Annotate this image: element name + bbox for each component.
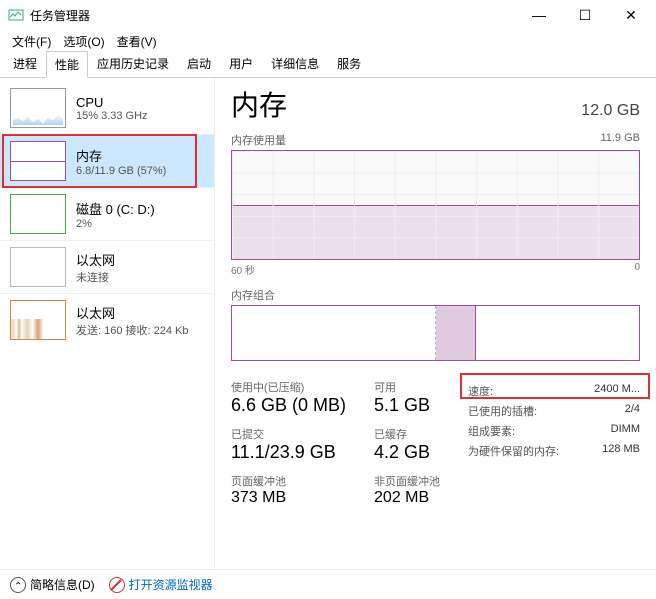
- sidebar-item-label: 磁盘 0 (C: D:): [76, 199, 155, 218]
- tab-processes[interactable]: 进程: [4, 50, 46, 77]
- tab-details[interactable]: 详细信息: [262, 50, 328, 77]
- stat-cached-value: 4.2 GB: [374, 442, 440, 463]
- memory-capacity: 12.0 GB: [581, 102, 640, 120]
- sidebar-item-label: 以太网: [76, 250, 115, 269]
- sidebar-item-ethernet-2[interactable]: 以太网 发送: 160 接收: 224 Kb: [0, 293, 214, 346]
- resource-monitor-icon: [109, 577, 125, 593]
- tab-startup[interactable]: 启动: [178, 50, 220, 77]
- tab-users[interactable]: 用户: [220, 50, 262, 77]
- menu-file[interactable]: 文件(F): [8, 31, 55, 52]
- main-panel: 内存 12.0 GB 内存使用量 11.9 GB 60 秒 0 内存组合 使用中…: [215, 78, 656, 569]
- info-slots-key: 已使用的插槽:: [468, 403, 537, 419]
- fewer-details-label: 简略信息(D): [30, 576, 95, 593]
- sidebar-item-label: 以太网: [76, 303, 189, 322]
- stat-paged-label: 页面缓冲池: [231, 473, 346, 489]
- info-speed-value: 2400 M...: [594, 383, 640, 399]
- stat-available-value: 5.1 GB: [374, 395, 440, 416]
- stat-in-use-value: 6.6 GB (0 MB): [231, 395, 346, 416]
- cpu-thumb-icon: [10, 88, 66, 128]
- tab-performance[interactable]: 性能: [46, 51, 88, 78]
- info-form-key: 组成要素:: [468, 423, 515, 439]
- sidebar-item-label: 内存: [76, 146, 166, 165]
- page-title: 内存: [231, 84, 287, 124]
- composition-label: 内存组合: [231, 287, 640, 303]
- memory-thumb-icon: [10, 141, 66, 181]
- maximize-button[interactable]: ☐: [562, 0, 608, 30]
- open-resource-monitor-label: 打开资源监视器: [129, 576, 213, 593]
- tabbar: 进程 性能 应用历史记录 启动 用户 详细信息 服务: [0, 52, 656, 78]
- ethernet-thumb-icon: [10, 247, 66, 287]
- memory-usage-chart[interactable]: [231, 150, 640, 260]
- info-reserved-key: 为硬件保留的内存:: [468, 443, 559, 459]
- stat-committed-label: 已提交: [231, 426, 346, 442]
- chart-x-right: 0: [634, 262, 640, 277]
- fewer-details-button[interactable]: ⌄ 简略信息(D): [10, 576, 95, 593]
- sidebar-item-memory[interactable]: 内存 6.8/11.9 GB (57%): [0, 134, 214, 187]
- menu-view[interactable]: 查看(V): [113, 31, 161, 52]
- sidebar-item-sub: 15% 3.33 GHz: [76, 110, 148, 122]
- chart-usage-max: 11.9 GB: [600, 132, 640, 148]
- sidebar-item-sub: 未连接: [76, 269, 115, 285]
- stat-in-use-label: 使用中(已压缩): [231, 379, 346, 395]
- menubar: 文件(F) 选项(O) 查看(V): [0, 30, 656, 52]
- sidebar-item-ethernet-1[interactable]: 以太网 未连接: [0, 240, 214, 293]
- stat-available-label: 可用: [374, 379, 440, 395]
- info-form-value: DIMM: [611, 423, 640, 439]
- stat-paged-value: 373 MB: [231, 489, 346, 507]
- sidebar: CPU 15% 3.33 GHz 内存 6.8/11.9 GB (57%) 磁盘…: [0, 78, 215, 569]
- ethernet-thumb-icon: [10, 300, 66, 340]
- footer: ⌄ 简略信息(D) 打开资源监视器: [0, 569, 656, 599]
- comp-in-use-segment: [232, 306, 436, 360]
- window-title: 任务管理器: [30, 7, 516, 24]
- sidebar-item-disk[interactable]: 磁盘 0 (C: D:) 2%: [0, 187, 214, 240]
- stat-committed-value: 11.1/23.9 GB: [231, 442, 346, 463]
- titlebar: 任务管理器 — ☐ ✕: [0, 0, 656, 30]
- tab-services[interactable]: 服务: [328, 50, 370, 77]
- info-speed-key: 速度:: [468, 383, 493, 399]
- chart-x-left: 60 秒: [231, 262, 255, 277]
- sidebar-item-sub: 6.8/11.9 GB (57%): [76, 165, 166, 177]
- comp-modified-segment: [436, 306, 477, 360]
- app-icon: [8, 7, 24, 23]
- tab-app-history[interactable]: 应用历史记录: [88, 50, 178, 77]
- open-resource-monitor-link[interactable]: 打开资源监视器: [109, 576, 213, 593]
- minimize-button[interactable]: —: [516, 0, 562, 30]
- sidebar-item-sub: 2%: [76, 218, 155, 230]
- memory-composition-chart[interactable]: [231, 305, 640, 361]
- chart-usage-label: 内存使用量: [231, 132, 286, 148]
- stat-nonpaged-label: 非页面缓冲池: [374, 473, 440, 489]
- sidebar-item-cpu[interactable]: CPU 15% 3.33 GHz: [0, 82, 214, 134]
- chevron-up-icon: ⌄: [10, 577, 26, 593]
- disk-thumb-icon: [10, 194, 66, 234]
- close-button[interactable]: ✕: [608, 0, 654, 30]
- menu-options[interactable]: 选项(O): [59, 31, 108, 52]
- chart-grid: [232, 151, 639, 259]
- info-slots-value: 2/4: [625, 403, 640, 419]
- sidebar-item-label: CPU: [76, 95, 148, 110]
- stat-nonpaged-value: 202 MB: [374, 489, 440, 507]
- info-reserved-value: 128 MB: [602, 443, 640, 459]
- sidebar-item-sub: 发送: 160 接收: 224 Kb: [76, 322, 189, 338]
- stat-cached-label: 已缓存: [374, 426, 440, 442]
